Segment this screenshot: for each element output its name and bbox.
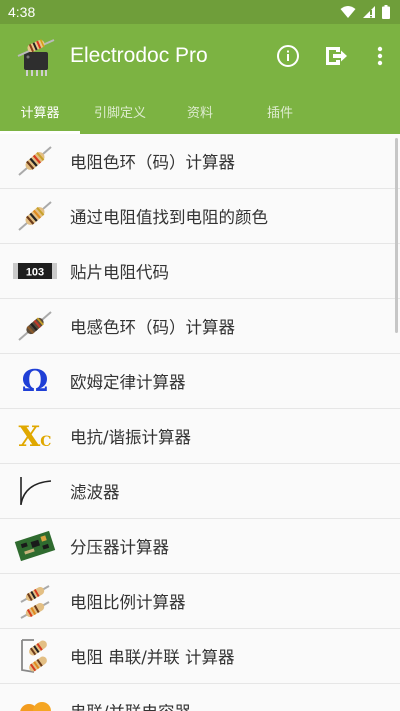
list-item-label: 电阻色环（码）计算器 (70, 153, 235, 172)
omega-icon: Ω (0, 354, 70, 408)
reactance-x-glyph: X (18, 419, 41, 453)
list-item-label: 贴片电阻代码 (70, 263, 169, 282)
list-item-label: 电抗/谐振计算器 (70, 428, 192, 447)
cell-signal-icon (363, 6, 375, 18)
list-item[interactable]: 电阻比例计算器 (0, 574, 400, 629)
list-item-label: 分压器计算器 (70, 538, 169, 557)
resistor-icon (0, 134, 70, 188)
info-button[interactable] (264, 32, 312, 80)
circuit-board-icon (0, 519, 70, 573)
resistor-pair-icon (0, 574, 70, 628)
capacitor-icon (0, 684, 70, 711)
app-logo-icon (17, 39, 55, 76)
list-item[interactable]: 分压器计算器 (0, 519, 400, 574)
resistor-icon (0, 189, 70, 243)
smd-resistor-icon: 103 (0, 244, 70, 298)
list-item[interactable]: Ω 欧姆定律计算器 (0, 354, 400, 409)
list-item[interactable]: 电阻色环（码）计算器 (0, 134, 400, 189)
wifi-icon (340, 6, 356, 18)
calculator-list: 电阻色环（码）计算器 通过电阻值找到电阻的颜色 103 贴片电阻代码 电感色环（… (0, 134, 400, 711)
list-item-label: 通过电阻值找到电阻的颜色 (70, 208, 268, 227)
reactance-sub-glyph: C (40, 433, 52, 450)
status-icons (340, 5, 390, 19)
status-bar: 4:38 (0, 0, 400, 24)
exit-icon (326, 47, 347, 65)
list-item[interactable]: 电感色环（码）计算器 (0, 299, 400, 354)
battery-icon (382, 5, 390, 19)
tab-pinouts[interactable]: 引脚定义 (80, 88, 160, 134)
more-vert-icon (377, 46, 383, 66)
tab-resources[interactable]: 资料 (160, 88, 240, 134)
list-item[interactable]: 通过电阻值找到电阻的颜色 (0, 189, 400, 244)
filter-curve-icon (0, 464, 70, 518)
list-item-label: 电阻比例计算器 (70, 593, 186, 612)
scrollbar-thumb[interactable] (395, 138, 398, 333)
tab-bar: 计算器 引脚定义 资料 插件 (0, 88, 400, 134)
tab-calculators[interactable]: 计算器 (0, 88, 80, 134)
overflow-menu-button[interactable] (360, 32, 400, 80)
smd-code-text: 103 (26, 267, 44, 279)
list-item[interactable]: 103 贴片电阻代码 (0, 244, 400, 299)
inductor-icon (0, 299, 70, 353)
list-item[interactable]: 滤波器 (0, 464, 400, 519)
info-icon (277, 45, 299, 67)
app-bar: Electrodoc Pro (0, 24, 400, 88)
list-item[interactable]: XC 电抗/谐振计算器 (0, 409, 400, 464)
list-item[interactable]: 串联/并联电容器 (0, 684, 400, 711)
exit-button[interactable] (312, 32, 360, 80)
list-item-label: 滤波器 (70, 483, 120, 502)
tab-plugins[interactable]: 插件 (240, 88, 320, 134)
list-item-label: 串联/并联电容器 (70, 699, 191, 711)
list-item[interactable]: 电阻 串联/并联 计算器 (0, 629, 400, 684)
list-item-label: 欧姆定律计算器 (70, 373, 186, 392)
reactance-icon: XC (0, 409, 70, 463)
list-item-label: 电感色环（码）计算器 (70, 318, 235, 337)
status-time: 4:38 (8, 4, 36, 20)
omega-glyph: Ω (21, 363, 49, 399)
list-item-label: 电阻 串联/并联 计算器 (70, 648, 235, 667)
resistor-network-icon (0, 629, 70, 683)
app-title: Electrodoc Pro (70, 44, 208, 67)
